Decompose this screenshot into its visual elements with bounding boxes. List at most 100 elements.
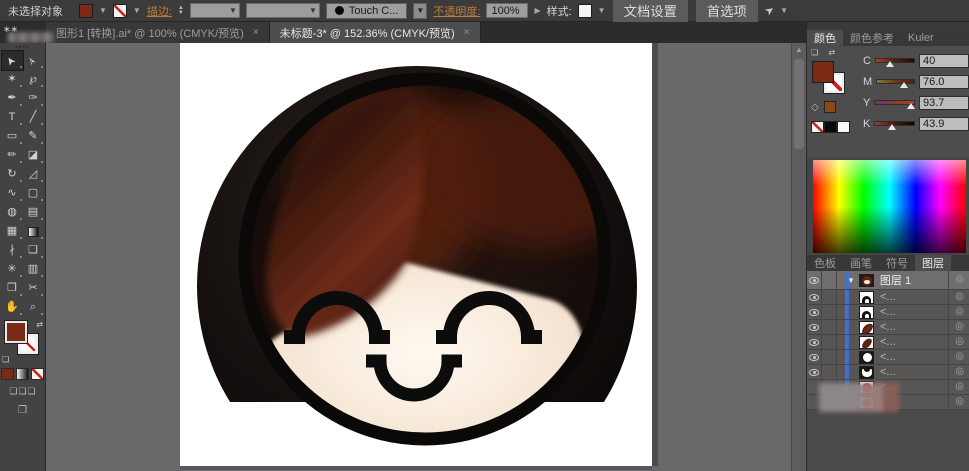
slider-value-input[interactable]: 43.9 (919, 117, 969, 131)
layer-row[interactable]: ▼ <... ◎ (807, 350, 969, 365)
variable-width-profile-select[interactable]: ▼ (246, 3, 320, 18)
visibility-toggle[interactable] (807, 350, 822, 364)
style-swatch[interactable] (578, 4, 592, 18)
slider-thumb[interactable] (886, 61, 894, 67)
symbol-sprayer-tool[interactable]: ✳ (2, 260, 23, 279)
slider-track[interactable] (875, 58, 915, 63)
color-mode-button[interactable] (1, 368, 14, 380)
target-circle-icon[interactable]: ◎ (955, 307, 964, 317)
fill-color-swatch[interactable] (79, 4, 93, 18)
color-panel-mini-icons[interactable]: ❏ ⇄ (811, 48, 859, 57)
eraser-tool[interactable]: ◪ (23, 146, 44, 165)
visibility-toggle[interactable] (807, 290, 822, 304)
none-swatch[interactable] (811, 121, 824, 133)
expand-caret-icon[interactable]: ▼ (847, 276, 855, 285)
layer-label[interactable]: <... (880, 366, 896, 378)
visibility-toggle[interactable] (807, 305, 822, 319)
artboard[interactable] (180, 43, 652, 466)
panel-tab[interactable]: 颜色参考 (843, 30, 901, 46)
lock-column[interactable] (822, 335, 837, 349)
artboard-tool[interactable]: ❐ (2, 279, 23, 298)
lock-column[interactable] (822, 271, 837, 289)
brush-dropdown-icon[interactable]: ▼ (413, 3, 427, 19)
default-colors-icon[interactable]: ❏ (2, 355, 9, 364)
gradient-tool[interactable] (23, 222, 44, 241)
style-dropdown-icon[interactable]: ▼ (598, 6, 606, 15)
rectangle-tool[interactable]: ▭ (2, 127, 23, 146)
visibility-toggle[interactable] (807, 271, 822, 289)
column-graph-tool[interactable]: ▥ (23, 260, 44, 279)
lock-column[interactable] (822, 365, 837, 379)
panel-tab[interactable]: 色板 (807, 255, 843, 271)
paintbrush-tool[interactable]: ✎ (23, 127, 44, 146)
close-icon[interactable]: × (464, 27, 470, 38)
panel-tab[interactable]: 画笔 (843, 255, 879, 271)
opacity-link[interactable]: 不透明度: (433, 3, 480, 19)
shape-builder-tool[interactable]: ◍ (2, 203, 23, 222)
layer-label[interactable]: <... (880, 306, 896, 318)
stroke-color-swatch[interactable] (113, 4, 127, 18)
visibility-toggle[interactable] (807, 335, 822, 349)
fill-indicator[interactable] (5, 321, 27, 343)
layer-row[interactable]: ▼ 图层 1 ◎ (807, 271, 969, 290)
layer-label[interactable]: 图层 1 (880, 272, 911, 288)
lock-column[interactable] (822, 320, 837, 334)
preferences-button[interactable]: 首选项 (695, 0, 759, 23)
target-circle-icon[interactable]: ◎ (955, 275, 964, 285)
layer-label[interactable]: <... (880, 321, 896, 333)
hand-tool[interactable]: ✋ (2, 298, 23, 317)
draw-inside-icon[interactable]: ❏ (28, 386, 36, 397)
layer-label[interactable]: <... (880, 336, 896, 348)
perspective-grid-tool[interactable]: ▤ (23, 203, 44, 222)
color-spectrum[interactable] (813, 160, 966, 253)
panel-tab[interactable]: Kuler (901, 30, 941, 46)
target-circle-icon[interactable]: ◎ (955, 367, 964, 377)
pencil-tool[interactable]: ✏ (2, 146, 23, 165)
width-tool[interactable]: ∿ (2, 184, 23, 203)
scroll-up-icon[interactable]: ▲ (795, 45, 803, 54)
draw-behind-icon[interactable]: ❏ (18, 386, 26, 397)
free-transform-tool[interactable]: ▢ (23, 184, 44, 203)
screen-mode-button[interactable]: ❐ (0, 405, 45, 416)
stroke-weight-select[interactable]: ▼ (190, 3, 240, 18)
lock-column[interactable] (822, 305, 837, 319)
magic-wand-tool[interactable]: ✶ (2, 70, 23, 89)
type-tool[interactable]: T (2, 108, 23, 127)
pen-alt-tool[interactable]: ✑ (23, 89, 44, 108)
document-tab-1[interactable]: 图形1 [转换].ai* @ 100% (CMYK/预览) × (46, 22, 270, 43)
arrange-cursor-icon[interactable]: ➤ (762, 3, 777, 19)
selection-tool[interactable]: ➤ (2, 51, 23, 70)
layer-label[interactable]: <... (880, 351, 896, 363)
line-segment-tool[interactable]: ╱ (23, 108, 44, 127)
toolbar-grip[interactable]: ▪▪▪▪ (0, 43, 45, 51)
arrange-dropdown-icon[interactable]: ▼ (780, 6, 788, 15)
brush-definition-select[interactable]: Touch C... (326, 3, 408, 19)
mesh-tool[interactable]: ▦ (2, 222, 23, 241)
slider-thumb[interactable] (900, 82, 908, 88)
target-circle-icon[interactable]: ◎ (955, 337, 964, 347)
slice-tool[interactable]: ✂ (23, 279, 44, 298)
white-swatch[interactable] (837, 121, 850, 133)
slider-track[interactable] (876, 79, 915, 84)
web-color-warning-swatch[interactable] (824, 101, 836, 113)
vertical-scrollbar[interactable]: ▲ (791, 43, 806, 471)
gradient-mode-button[interactable] (16, 368, 29, 380)
close-icon[interactable]: × (253, 27, 259, 38)
stroke-link[interactable]: 描边: (147, 3, 172, 19)
lock-column[interactable] (822, 290, 837, 304)
target-circle-icon[interactable]: ◎ (955, 322, 964, 332)
target-circle-icon[interactable]: ◎ (955, 292, 964, 302)
zoom-tool[interactable]: ⌕ (23, 298, 44, 317)
draw-normal-icon[interactable]: ❏ (9, 386, 17, 397)
layer-row[interactable]: ▼ <... ◎ (807, 365, 969, 380)
layer-row[interactable]: ▼ <... ◎ (807, 320, 969, 335)
eyedropper-tool[interactable]: ∤ (2, 241, 23, 260)
direct-selection-tool[interactable]: ➢ (23, 51, 44, 70)
slider-value-input[interactable]: 93.7 (919, 96, 969, 110)
panel-tab[interactable]: 符号 (879, 255, 915, 271)
layer-row[interactable]: ▼ <... ◎ (807, 305, 969, 320)
slider-thumb[interactable] (907, 103, 915, 109)
target-circle-icon[interactable]: ◎ (955, 352, 964, 362)
pen-tool[interactable]: ✒ (2, 89, 23, 108)
out-of-gamut-cube-icon[interactable]: ◇ (811, 102, 819, 113)
